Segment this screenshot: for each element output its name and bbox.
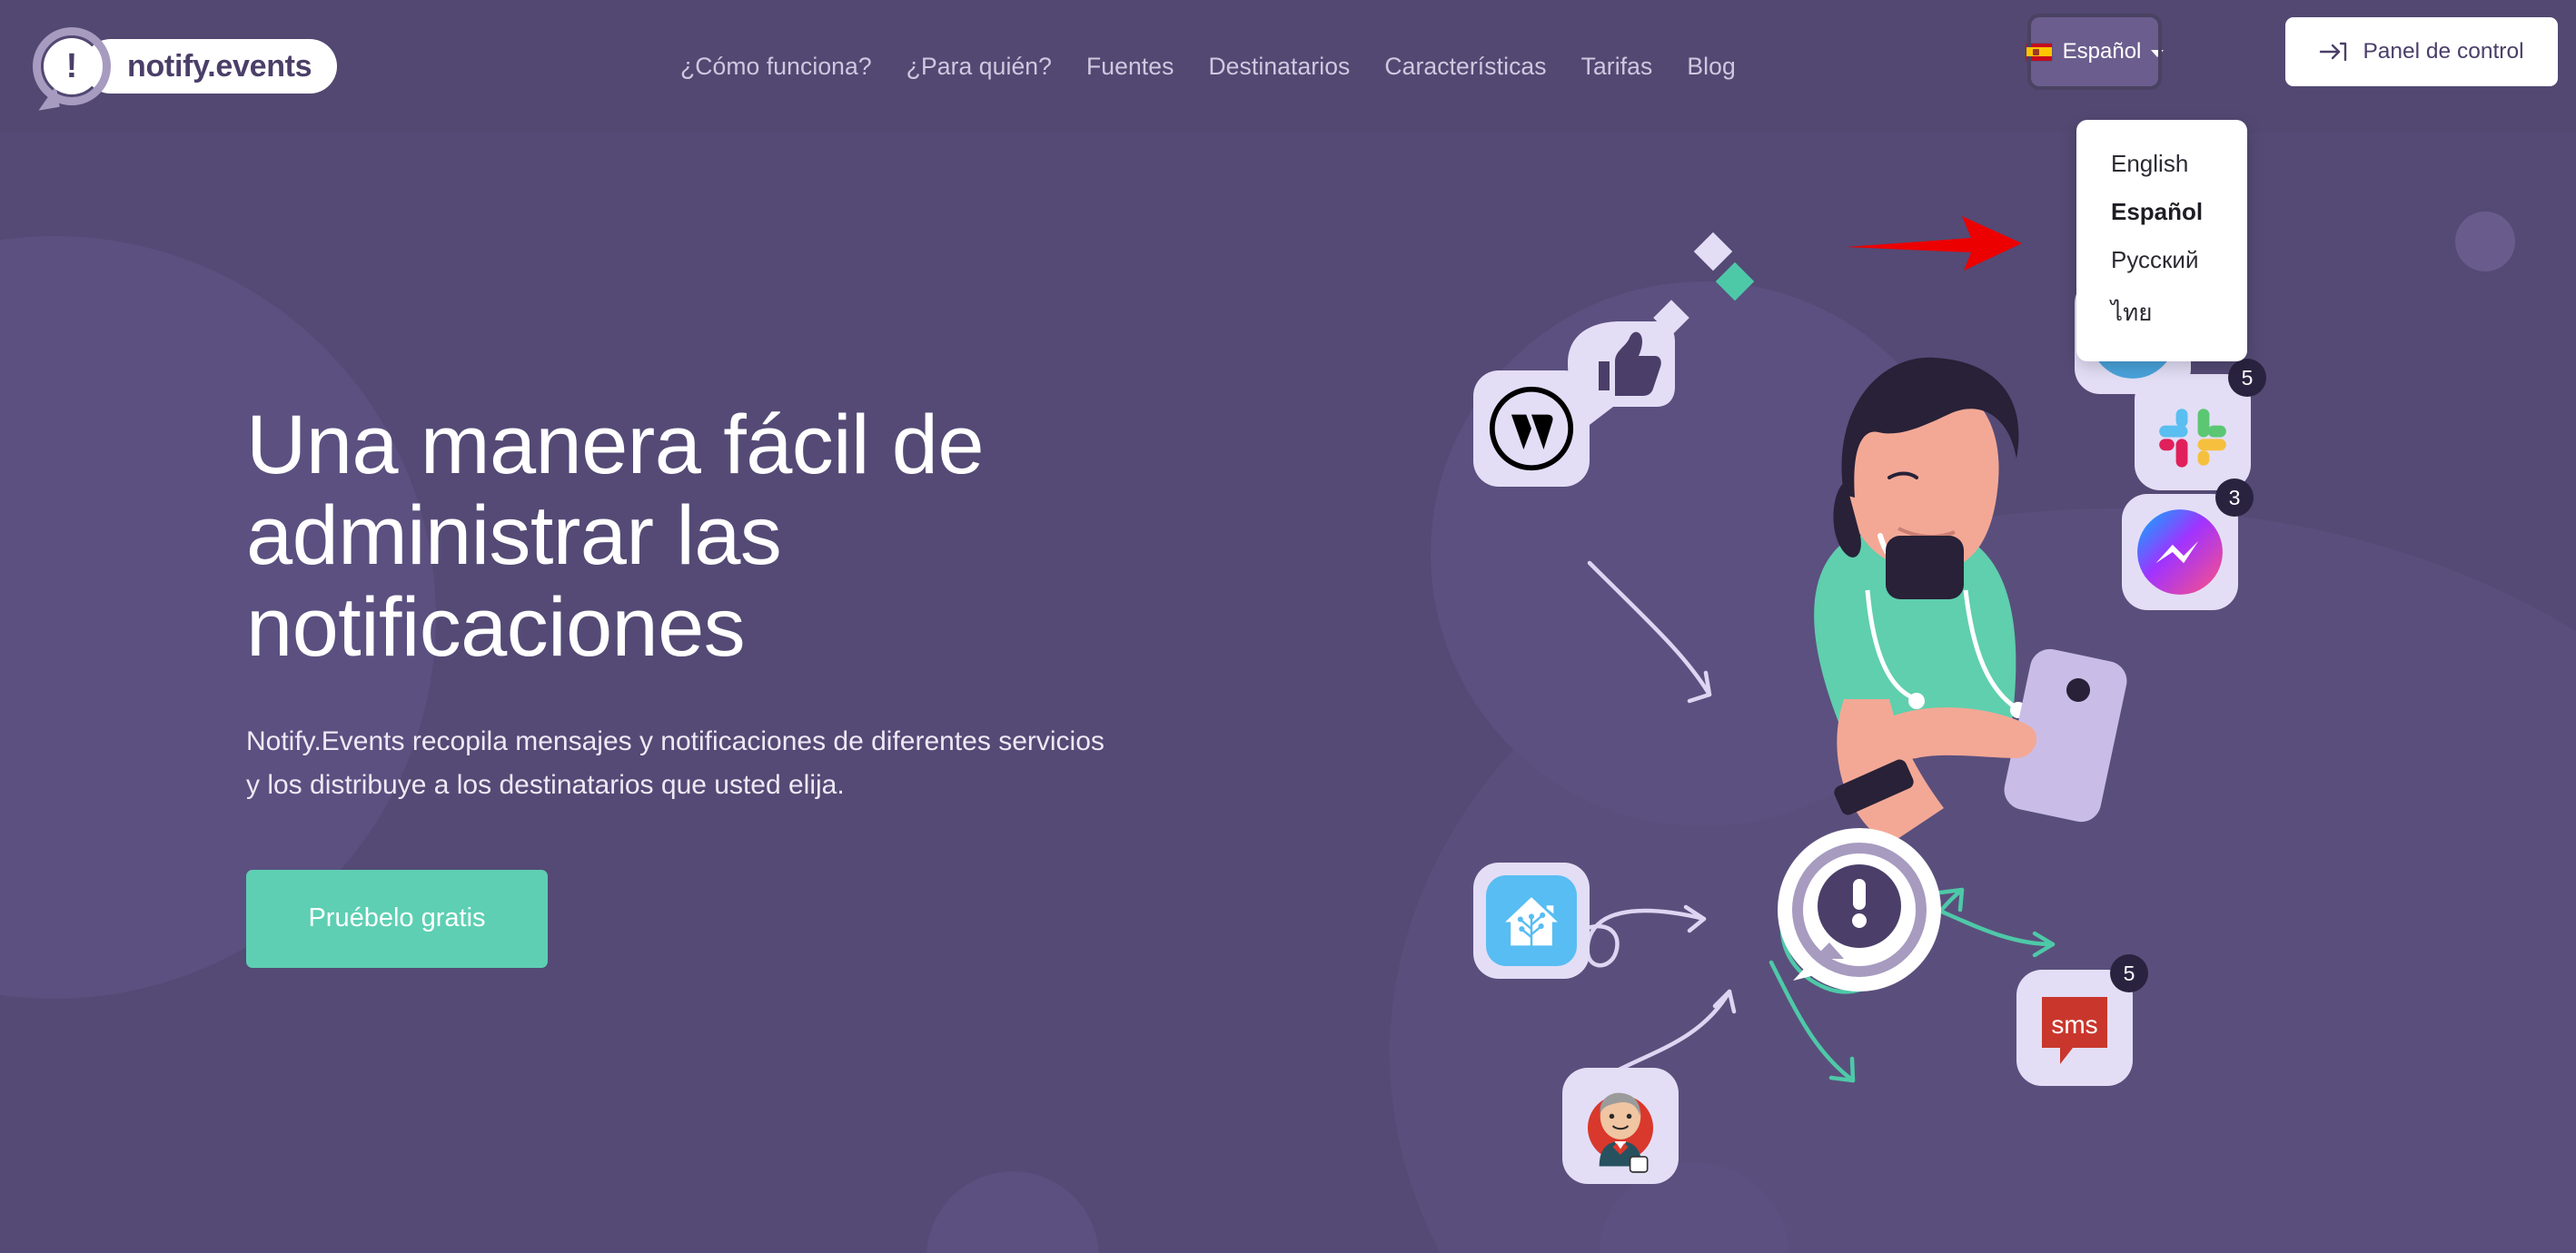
language-dropdown-menu: English Español Русский ไทย (2076, 120, 2247, 361)
nav-tarifas[interactable]: Tarifas (1564, 53, 1670, 81)
language-selector-button[interactable]: Español (2025, 14, 2165, 90)
nav-destinatarios[interactable]: Destinatarios (1191, 53, 1367, 81)
hero-subtitle: Notify.Events recopila mensajes y notifi… (246, 725, 1105, 801)
chevron-down-icon (2151, 49, 2165, 57)
sign-in-arrow-icon (2320, 42, 2347, 62)
sms-icon: sms 5 (2016, 954, 2148, 1086)
background-circle-bottom (926, 1171, 1099, 1253)
main-nav: ¿Cómo funciona? ¿Para quién? Fuentes Des… (663, 0, 1753, 133)
badge-slack: 5 (2228, 359, 2266, 397)
logo-text: notify.events (127, 48, 312, 84)
try-free-button[interactable]: Pruébelo gratis (246, 869, 548, 968)
language-option-espanol[interactable]: Español (2076, 188, 2247, 236)
red-pointer-arrow (1846, 216, 2022, 271)
nav-como-funciona[interactable]: ¿Cómo funciona? (663, 53, 889, 81)
landing-page: ! notify.events ¿Cómo funciona? ¿Para qu… (0, 0, 2576, 1253)
hero-section: Una manera fácil de administrar las noti… (246, 400, 1154, 968)
spain-flag-icon (2025, 42, 2053, 62)
background-circle-topright (2455, 212, 2515, 271)
slack-icon: 5 (2135, 359, 2266, 490)
language-option-english[interactable]: English (2076, 140, 2247, 188)
jenkins-icon (1562, 1068, 1679, 1184)
home-assistant-icon (1473, 863, 1590, 979)
page-title: Una manera fácil de administrar las noti… (246, 399, 985, 674)
nav-fuentes[interactable]: Fuentes (1069, 53, 1191, 81)
dashboard-button[interactable]: Panel de control (2285, 17, 2558, 86)
brand-logo[interactable]: ! notify.events (33, 25, 338, 107)
svg-text:sms: sms (2051, 1011, 2097, 1039)
nav-blog[interactable]: Blog (1669, 53, 1752, 81)
language-option-thai[interactable]: ไทย (2076, 284, 2247, 341)
dashboard-button-label: Panel de control (2363, 39, 2524, 64)
wordpress-icon (1473, 370, 1590, 487)
language-selector-label: Español (2062, 39, 2142, 64)
notify-events-logo-icon (1773, 826, 1946, 999)
nav-para-quien[interactable]: ¿Para quién? (889, 53, 1069, 81)
logo-pill: notify.events (84, 39, 338, 94)
badge-sms: 5 (2110, 954, 2148, 992)
hero-illustration: 1 5 (1471, 232, 2576, 1253)
badge-messenger: 3 (2215, 479, 2254, 517)
notify-bubble-exclamation-icon: ! (33, 27, 111, 105)
nav-caracteristicas[interactable]: Características (1367, 53, 1563, 81)
language-option-russian[interactable]: Русский (2076, 236, 2247, 284)
site-header: ! notify.events ¿Cómo funciona? ¿Para qu… (0, 0, 2576, 133)
messenger-icon: 3 (2122, 479, 2254, 610)
